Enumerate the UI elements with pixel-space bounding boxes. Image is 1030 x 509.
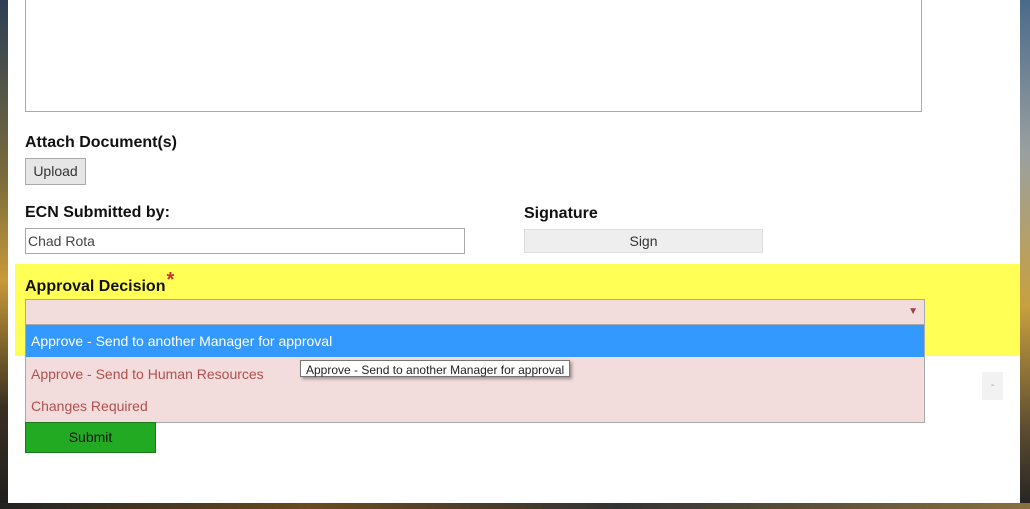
desktop-wallpaper-left [0, 0, 8, 509]
approval-decision-select[interactable]: ▼ [25, 299, 925, 325]
dropdown-arrow-icon[interactable]: ▼ [908, 306, 918, 317]
required-asterisk: * [166, 269, 175, 291]
option-approve-another-manager[interactable]: Approve - Send to another Manager for ap… [26, 325, 924, 357]
side-mini-button[interactable]: - [982, 372, 1003, 400]
signature-label: Signature [524, 205, 598, 222]
ecn-submitted-by-label: ECN Submitted by: [25, 204, 170, 221]
submit-button[interactable]: Submit [25, 422, 156, 453]
attach-documents-label: Attach Document(s) [25, 134, 178, 151]
form-panel: Attach Document(s) Upload ECN Submitted … [8, 0, 1020, 503]
approval-decision-label-text: Approval Decision [25, 278, 166, 295]
comments-textarea[interactable] [25, 0, 922, 112]
submitted-by-input[interactable]: Chad Rota [25, 228, 465, 254]
upload-button[interactable]: Upload [25, 158, 86, 185]
option-tooltip: Approve - Send to another Manager for ap… [300, 360, 571, 377]
sign-button[interactable]: Sign [524, 229, 763, 253]
desktop-wallpaper-bottom [0, 503, 1030, 509]
desktop-wallpaper-right [1020, 0, 1030, 509]
approval-decision-label: Approval Decision* [25, 269, 174, 297]
option-changes-required[interactable]: Changes Required [26, 390, 924, 422]
